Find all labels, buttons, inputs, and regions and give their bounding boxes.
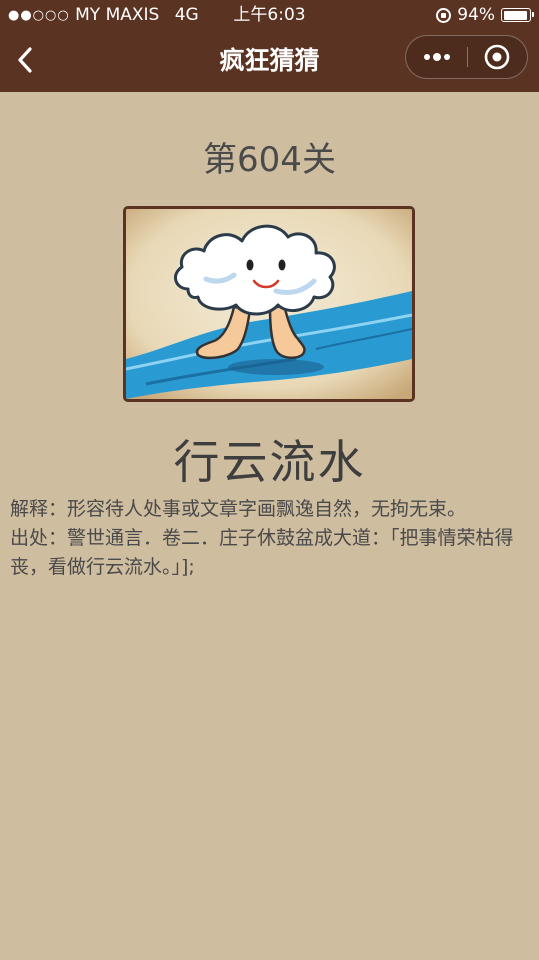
- explanation-text: 解释：形容待人处事或文章字画飘逸自然，无拘无束。: [10, 498, 467, 520]
- answer-idiom: 行云流水: [173, 435, 366, 489]
- clock: 上午6:03: [233, 5, 306, 25]
- status-bar: ●●○○○ MY MAXIS 4G 上午6:03 94%: [0, 0, 539, 30]
- target-close-icon: [484, 44, 509, 70]
- navigation-bar: 疯狂猜猜: [0, 30, 539, 92]
- battery-icon: [501, 8, 534, 22]
- more-dots-icon: [423, 53, 450, 61]
- puzzle-picture: [123, 206, 415, 402]
- battery-percent: 94%: [457, 5, 495, 25]
- level-title: 第604关: [203, 140, 336, 180]
- mini-program-capsule: [405, 35, 528, 79]
- explanation-block: 解释：形容待人处事或文章字画飘逸自然，无拘无束。 出处：警世通言．卷二．庄子休鼓…: [10, 495, 532, 582]
- more-button[interactable]: [406, 36, 467, 78]
- top-bar: ●●○○○ MY MAXIS 4G 上午6:03 94% 疯狂猜猜: [0, 0, 539, 92]
- close-button[interactable]: [466, 36, 527, 78]
- source-text: 出处：警世通言．卷二．庄子休鼓盆成大道：「把事情荣枯得丧，看做行云流水。」];: [10, 527, 514, 578]
- orientation-lock-icon: [436, 7, 452, 23]
- cloud-walking-on-water-illustration: [126, 209, 412, 399]
